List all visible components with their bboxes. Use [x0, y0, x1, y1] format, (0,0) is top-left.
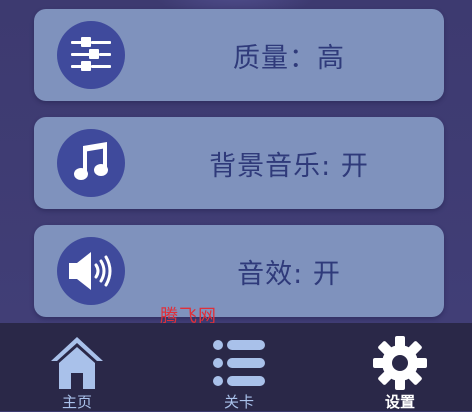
list-icon [213, 340, 265, 386]
quality-label: 质量：高 [233, 42, 345, 74]
speaker-icon [57, 237, 125, 305]
music-setting-button[interactable]: 背景音乐: 开 [34, 117, 444, 209]
nav-levels-button[interactable]: 关卡 [189, 323, 289, 411]
nav-home-button[interactable]: 主页 [27, 323, 127, 411]
nav-levels-label: 关卡 [223, 393, 254, 411]
nav-home-label: 主页 [61, 393, 92, 411]
music-label: 背景音乐: 开 [209, 150, 369, 182]
bottom-nav-bar: 主页 关卡 设置 [0, 323, 472, 411]
quality-setting-button[interactable]: 质量：高 [34, 9, 444, 101]
nav-settings-label: 设置 [384, 393, 415, 411]
sound-effects-setting-button[interactable]: 音效: 开 [34, 225, 444, 317]
equalizer-icon [57, 21, 125, 89]
nav-settings-button[interactable]: 设置 [350, 323, 450, 411]
home-icon [51, 337, 103, 389]
gear-icon [373, 336, 427, 390]
music-note-icon [57, 129, 125, 197]
